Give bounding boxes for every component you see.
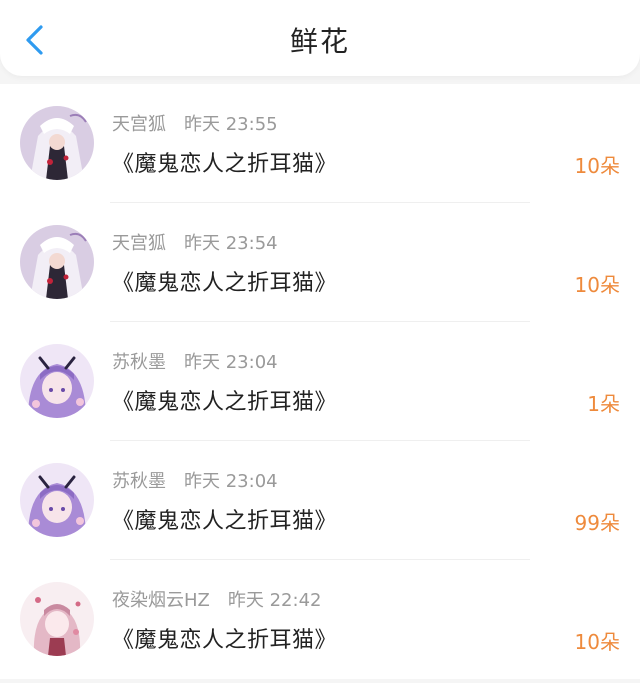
avatar-pink-girl-image (20, 582, 94, 656)
flower-amount: 99朵 (574, 511, 620, 535)
username[interactable]: 苏秋墨 (112, 352, 166, 373)
avatar-white-hood-image (20, 225, 94, 299)
avatar[interactable] (20, 344, 94, 418)
app-screen: 鲜花 天宫狐 昨天 23:55 《魔鬼恋人之折耳猫》 10朵 天宫狐 昨天 23… (0, 0, 640, 683)
avatar[interactable] (20, 225, 94, 299)
flower-amount: 10朵 (574, 273, 620, 297)
book-title[interactable]: 《魔鬼恋人之折耳猫》 (112, 265, 337, 297)
avatar-white-hood-image (20, 106, 94, 180)
avatar[interactable] (20, 106, 94, 180)
avatar[interactable] (20, 463, 94, 537)
timestamp: 昨天 23:04 (184, 352, 278, 373)
timestamp: 昨天 22:42 (227, 590, 322, 611)
flower-amount: 1朵 (587, 392, 620, 416)
avatar[interactable] (20, 582, 94, 656)
list-item[interactable]: 苏秋墨 昨天 23:04 《魔鬼恋人之折耳猫》 99朵 (0, 441, 640, 560)
list-item[interactable]: 天宫狐 昨天 23:55 《魔鬼恋人之折耳猫》 10朵 (0, 84, 640, 203)
flower-amount: 10朵 (574, 630, 620, 654)
book-title[interactable]: 《魔鬼恋人之折耳猫》 (112, 384, 337, 416)
username[interactable]: 天宫狐 (112, 114, 166, 135)
item-meta: 天宫狐 昨天 23:54 (112, 229, 278, 255)
item-meta: 夜染烟云HZ 昨天 22:42 (112, 586, 321, 612)
top-bar: 鲜花 (0, 0, 640, 76)
book-title[interactable]: 《魔鬼恋人之折耳猫》 (112, 622, 337, 654)
flower-list: 天宫狐 昨天 23:55 《魔鬼恋人之折耳猫》 10朵 天宫狐 昨天 23:54… (0, 84, 640, 679)
username[interactable]: 夜染烟云HZ (112, 590, 210, 611)
list-item[interactable]: 夜染烟云HZ 昨天 22:42 《魔鬼恋人之折耳猫》 10朵 (0, 560, 640, 679)
avatar-purple-hair-image (20, 463, 94, 537)
book-title[interactable]: 《魔鬼恋人之折耳猫》 (112, 146, 337, 178)
timestamp: 昨天 23:04 (184, 471, 278, 492)
list-item[interactable]: 苏秋墨 昨天 23:04 《魔鬼恋人之折耳猫》 1朵 (0, 322, 640, 441)
timestamp: 昨天 23:55 (184, 114, 278, 135)
item-meta: 天宫狐 昨天 23:55 (112, 110, 278, 136)
avatar-purple-hair-image (20, 344, 94, 418)
item-meta: 苏秋墨 昨天 23:04 (112, 467, 278, 493)
book-title[interactable]: 《魔鬼恋人之折耳猫》 (112, 503, 337, 535)
page-title: 鲜花 (289, 25, 350, 58)
item-meta: 苏秋墨 昨天 23:04 (112, 348, 278, 374)
timestamp: 昨天 23:54 (184, 233, 278, 254)
username[interactable]: 苏秋墨 (112, 471, 166, 492)
list-item[interactable]: 天宫狐 昨天 23:54 《魔鬼恋人之折耳猫》 10朵 (0, 203, 640, 322)
username[interactable]: 天宫狐 (112, 233, 166, 254)
flower-amount: 10朵 (574, 154, 620, 178)
